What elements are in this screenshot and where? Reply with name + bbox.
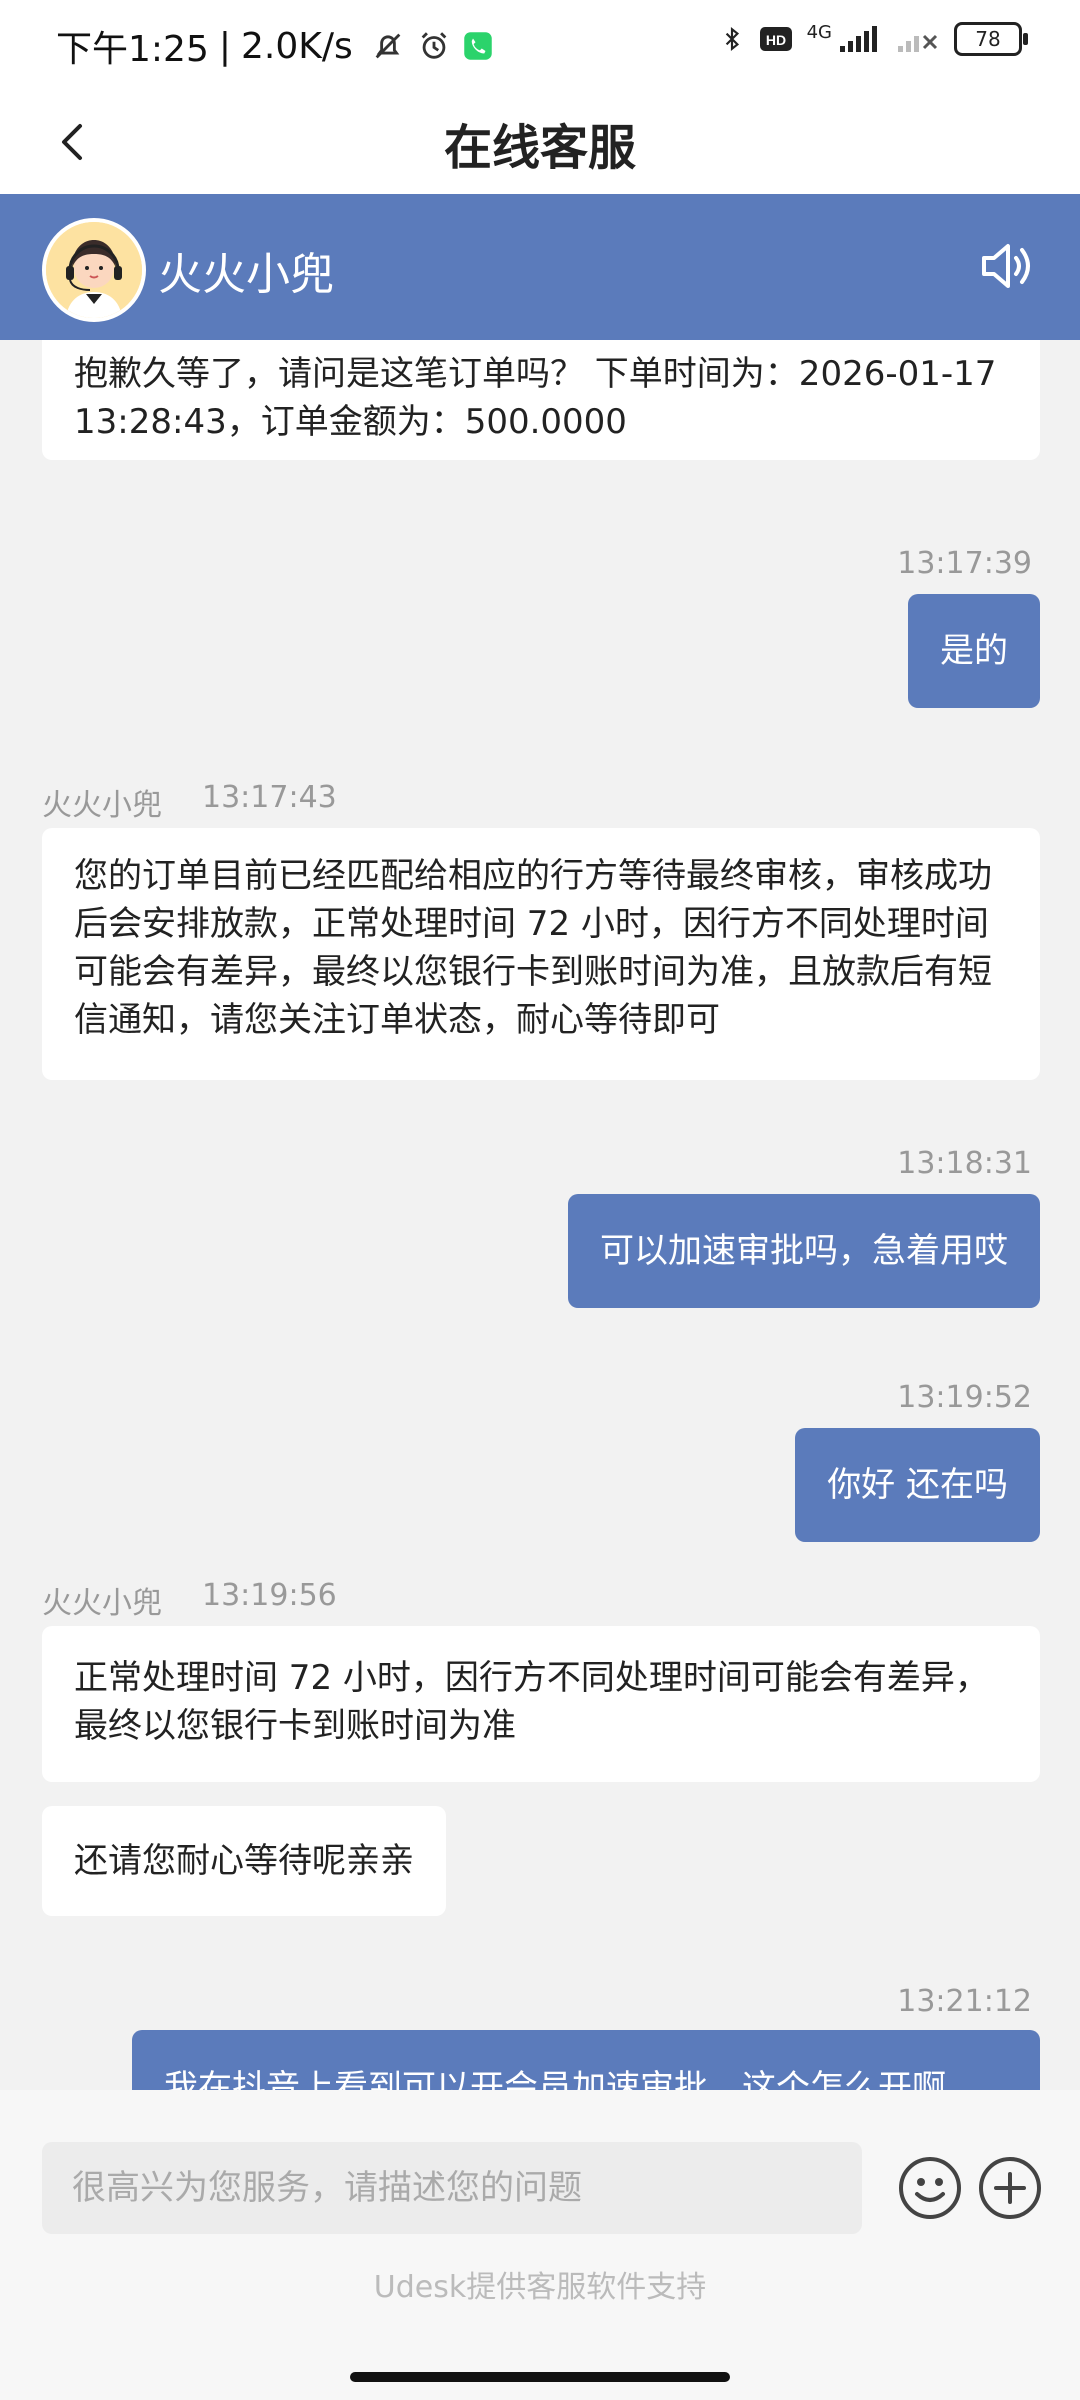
home-indicator[interactable] <box>350 2372 730 2382</box>
message-text: 可以加速审批吗，急着用哎 <box>600 1231 1008 1271</box>
bluetooth-icon <box>725 26 739 52</box>
network-type: 4G <box>806 22 832 43</box>
message-sender: 火火小兜 <box>42 788 162 823</box>
message-time: 13:21:12 <box>897 1984 1032 2019</box>
message-text: 还请您耐心等待呢亲亲 <box>74 1841 414 1881</box>
chat-area[interactable]: 抱歉久等了，请问是这笔订单吗？ 下单时间为：2026-01-17 13:28:4… <box>0 340 1080 2090</box>
agent-avatar <box>42 218 146 322</box>
user-message: 是的 <box>908 594 1040 708</box>
status-right: HD 4G 78 <box>719 22 1028 56</box>
user-message: 你好 还在吗 <box>795 1428 1040 1542</box>
nav-bar: 在线客服 <box>0 90 1080 194</box>
user-message: 我在抖音上看到可以开会员加速审批，这个怎么开啊 <box>132 2030 1040 2090</box>
svg-text:HD: HD <box>765 32 785 48</box>
message-text: 抱歉久等了，请问是这笔订单吗？ 下单时间为：2026-01-17 13:28:4… <box>74 354 997 442</box>
agent-name: 火火小兜 <box>158 249 334 300</box>
no-signal-icon <box>898 34 938 52</box>
input-footer: Udesk提供客服软件支持 <box>0 2090 1080 2400</box>
speaker-icon[interactable] <box>976 234 1040 298</box>
powered-by-text: Udesk提供客服软件支持 <box>373 2270 707 2305</box>
emoji-icon[interactable] <box>896 2154 964 2222</box>
alarm-icon <box>421 32 447 59</box>
mute-bell-icon <box>375 33 401 59</box>
headset-agent-icon <box>46 222 142 318</box>
message-time: 13:19:56 <box>202 1578 337 1613</box>
message-text: 是的 <box>940 631 1008 671</box>
agent-message: 抱歉久等了，请问是这笔订单吗？ 下单时间为：2026-01-17 13:28:4… <box>42 340 1040 460</box>
network-speed: 2.0K/s <box>240 25 353 67</box>
status-separator: | <box>218 25 231 67</box>
message-sender: 火火小兜 <box>42 1586 162 1621</box>
agent-message: 您的订单目前已经匹配给相应的行方等待最终审核，审核成功后会安排放款，正常处理时间… <box>42 828 1040 1080</box>
message-time: 13:17:39 <box>897 546 1032 581</box>
message-time: 13:18:31 <box>897 1146 1032 1181</box>
message-time: 13:19:52 <box>897 1380 1032 1415</box>
agent-message: 还请您耐心等待呢亲亲 <box>42 1806 446 1916</box>
hd-icon: HD <box>759 27 792 51</box>
message-text: 你好 还在吗 <box>827 1465 1008 1505</box>
message-input[interactable] <box>42 2142 862 2234</box>
message-text: 我在抖音上看到可以开会员加速审批，这个怎么开啊 <box>164 2068 946 2090</box>
status-left: 下午1:25 | 2.0K/s <box>56 20 493 72</box>
call-icon <box>463 32 492 60</box>
agent-message: 正常处理时间 72 小时，因行方不同处理时间可能会有差异，最终以您银行卡到账时间… <box>42 1626 1040 1782</box>
agent-header: 火火小兜 <box>0 194 1080 340</box>
status-bar: 下午1:25 | 2.0K/s HD 4G 78 <box>0 0 1080 90</box>
page-title: 在线客服 <box>443 120 636 176</box>
status-time: 下午1:25 <box>56 29 209 70</box>
user-message: 可以加速审批吗，急着用哎 <box>568 1194 1040 1308</box>
message-text: 您的订单目前已经匹配给相应的行方等待最终审核，审核成功后会安排放款，正常处理时间… <box>74 856 992 1040</box>
message-time: 13:17:43 <box>202 780 337 815</box>
battery-indicator: 78 <box>954 22 1028 56</box>
plus-icon[interactable] <box>976 2154 1044 2222</box>
message-text: 正常处理时间 72 小时，因行方不同处理时间可能会有差异，最终以您银行卡到账时间… <box>74 1658 989 1746</box>
signal-icon <box>840 26 877 52</box>
